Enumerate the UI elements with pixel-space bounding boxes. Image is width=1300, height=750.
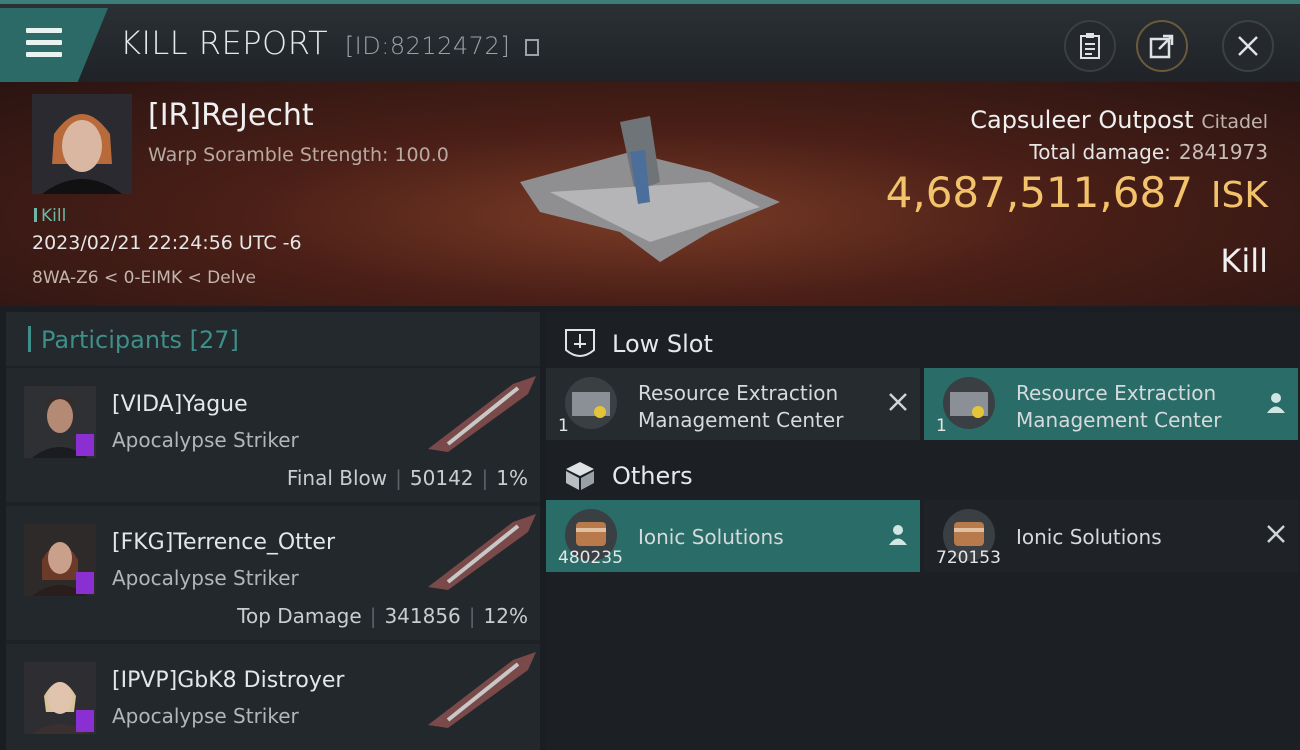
report-id: [ID:8212472] <box>344 32 511 60</box>
participant-row[interactable]: [FKG]Terrence_Otter Apocalypse Striker T… <box>6 506 540 640</box>
isk-value: 4,687,511,687 ISK <box>886 168 1268 217</box>
copy-icon[interactable] <box>524 39 539 56</box>
participant-percent: 1% <box>496 466 528 490</box>
total-damage: Total damage: 2841973 <box>1029 140 1268 164</box>
result-label: Kill <box>1220 242 1268 280</box>
participants-header[interactable]: Participants [27] <box>6 312 540 366</box>
participant-ship: Apocalypse Striker <box>112 704 299 728</box>
item-quantity: 720153 <box>936 548 1001 568</box>
participant-ship: Apocalypse Striker <box>112 428 299 452</box>
module-item[interactable]: 1 Resource Extraction Management Center <box>924 368 1298 440</box>
destroyed-icon <box>1267 525 1285 543</box>
others-header: Others <box>546 448 1300 504</box>
participant-row[interactable]: [IPVP]GbK8 Distroyer Apocalypse Striker <box>6 644 540 750</box>
participant-role: Final Blow <box>286 466 388 490</box>
participant-damage: 50142 <box>409 466 474 490</box>
ship-icon <box>428 652 536 728</box>
victim-avatar-image <box>32 94 132 194</box>
target-class: Citadel <box>1201 111 1268 133</box>
item-quantity: 1 <box>558 416 569 436</box>
hamburger-icon <box>26 28 62 58</box>
participant-percent: 12% <box>483 604 528 628</box>
kill-location[interactable]: 8WA-Z6 < 0-EIMK < Delve <box>32 268 256 288</box>
participant-ship: Apocalypse Striker <box>112 566 299 590</box>
low-slot-title: Low Slot <box>612 330 713 358</box>
item-name: Resource Extraction Management Center <box>1016 381 1222 432</box>
avatar <box>24 386 96 458</box>
close-button[interactable] <box>1222 20 1274 72</box>
item-quantity: 1 <box>936 416 947 436</box>
corp-badge <box>76 572 94 594</box>
avatar <box>24 662 96 734</box>
participant-stats: Final Blow | 50142 | 1% <box>286 466 528 490</box>
title-text: KILL REPORT <box>120 24 329 62</box>
victim-portrait[interactable] <box>32 94 132 194</box>
isk-amount: 4,687,511,687 <box>885 168 1193 217</box>
target-name[interactable]: Capsuleer Outpost <box>970 106 1193 134</box>
target-info: Capsuleer Outpost Citadel <box>970 106 1268 134</box>
module-icon <box>943 377 995 429</box>
damage-label: Total damage: <box>1029 140 1171 164</box>
kill-summary: [IR]ReJecht Warp Soramble Strength: 100.… <box>0 82 1300 306</box>
avatar <box>24 524 96 596</box>
kill-datetime: 2023/02/21 22:24:56 UTC -6 <box>32 232 302 254</box>
participant-row[interactable]: [VIDA]Yague Apocalypse Striker Final Blo… <box>6 368 540 502</box>
others-title: Others <box>612 462 693 490</box>
module-icon <box>565 377 617 429</box>
corp-badge <box>76 710 94 732</box>
participant-role: Top Damage <box>237 604 362 628</box>
item-name: Ionic Solutions <box>638 525 784 549</box>
top-bar: KILL REPORT [ID:8212472] <box>0 0 1300 82</box>
damage-value: 2841973 <box>1178 140 1268 164</box>
module-item[interactable]: 1 Resource Extraction Management Center <box>546 368 920 440</box>
items-panel: Low Slot 1 Resource Extraction Management… <box>546 312 1300 750</box>
destroyed-icon <box>889 393 907 411</box>
low-slot-icon <box>565 329 595 357</box>
participant-name: [FKG]Terrence_Otter <box>112 530 336 555</box>
dropped-person-icon <box>889 525 907 545</box>
page-title: KILL REPORT [ID:8212472] <box>120 24 539 62</box>
kill-tag: Kill <box>34 206 66 226</box>
clipboard-icon <box>1080 33 1100 59</box>
participant-damage: 341856 <box>384 604 461 628</box>
structure-image <box>520 116 780 262</box>
item-quantity: 480235 <box>558 548 623 568</box>
item-name: Ionic Solutions <box>1016 525 1162 549</box>
participant-name: [IPVP]GbK8 Distroyer <box>112 668 345 693</box>
corp-badge <box>76 434 94 456</box>
scramble-strength: Warp Soramble Strength: 100.0 <box>148 144 449 166</box>
cargo-item[interactable]: 480235 Ionic Solutions <box>546 500 920 572</box>
clipboard-button[interactable] <box>1064 20 1116 72</box>
dropped-person-icon <box>1267 393 1285 413</box>
share-button[interactable] <box>1136 20 1188 72</box>
item-name: Resource Extraction Management Center <box>638 381 844 432</box>
ship-icon <box>428 514 536 590</box>
low-slot-header: Low Slot <box>546 316 1300 372</box>
cargo-item[interactable]: 720153 Ionic Solutions <box>924 500 1298 572</box>
participant-stats: Top Damage | 341856 | 12% <box>237 604 528 628</box>
participant-name: [VIDA]Yague <box>112 392 248 417</box>
participants-panel: Participants [27] [VIDA]Yague Apocalypse… <box>6 312 540 750</box>
ship-icon <box>428 376 536 452</box>
isk-unit: ISK <box>1210 175 1268 216</box>
close-icon <box>1238 36 1258 56</box>
victim-name[interactable]: [IR]ReJecht <box>148 98 314 133</box>
menu-button[interactable] <box>0 8 108 82</box>
share-icon <box>1149 34 1174 59</box>
cargo-box-icon <box>566 462 594 490</box>
